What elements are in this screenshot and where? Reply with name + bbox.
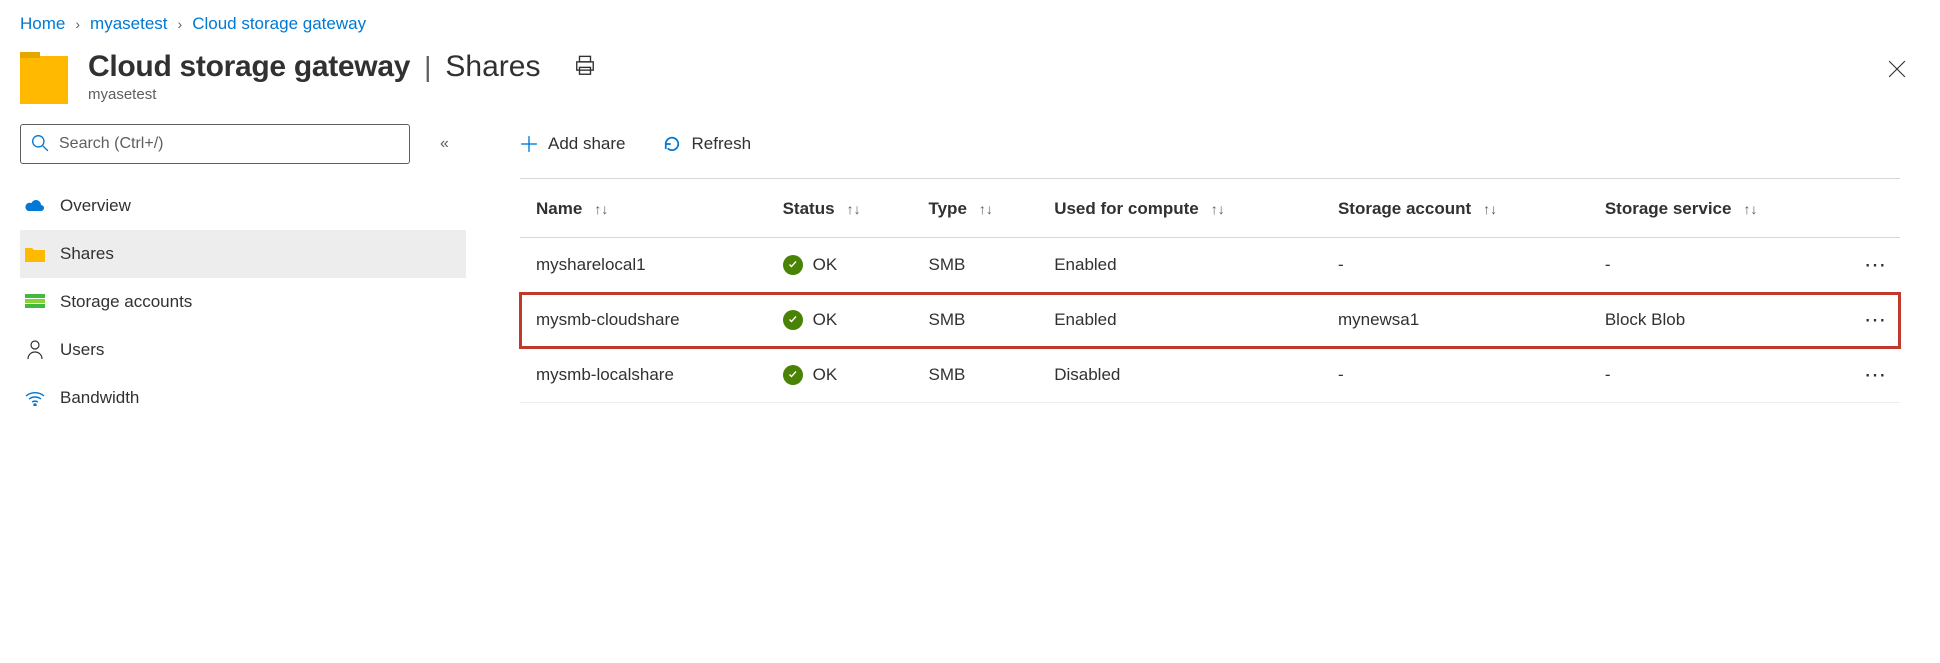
page-header: Cloud storage gateway | Shares myasetest (0, 44, 1940, 124)
sidebar-item-shares[interactable]: Shares (20, 230, 466, 278)
row-menu-button[interactable]: ⋯ (1852, 348, 1900, 403)
search-field[interactable] (59, 135, 399, 153)
refresh-button[interactable]: Refresh (662, 134, 752, 154)
page-section: Shares (445, 50, 540, 84)
title-divider: | (424, 51, 431, 83)
sort-icon: ↑↓ (594, 201, 608, 217)
cell-service: - (1595, 348, 1852, 403)
user-icon (24, 339, 46, 361)
table-row[interactable]: mysmb-cloudshareOKSMBEnabledmynewsa1Bloc… (520, 293, 1900, 348)
chevron-right-icon: › (75, 16, 80, 32)
search-icon (31, 134, 49, 155)
table-row[interactable]: mysharelocal1OKSMBEnabled--⋯ (520, 238, 1900, 293)
plus-icon (520, 135, 538, 153)
sort-icon: ↑↓ (1483, 201, 1497, 217)
cell-compute: Enabled (1044, 238, 1328, 293)
cell-compute: Disabled (1044, 348, 1328, 403)
cell-status: OK (773, 293, 919, 348)
row-menu-button[interactable]: ⋯ (1852, 293, 1900, 348)
folder-icon (20, 56, 68, 104)
add-share-label: Add share (548, 134, 626, 154)
cell-type: SMB (918, 293, 1044, 348)
sidebar-item-label: Shares (60, 244, 114, 264)
cell-type: SMB (918, 238, 1044, 293)
page-title: Cloud storage gateway (88, 50, 410, 84)
cell-service: Block Blob (1595, 293, 1852, 348)
cell-account: - (1328, 238, 1595, 293)
ok-icon (783, 255, 803, 275)
col-type[interactable]: Type↑↓ (918, 179, 1044, 238)
chevron-right-icon: › (178, 16, 183, 32)
main-content: Add share Refresh Name↑↓ Status↑↓ Type↑↓… (480, 124, 1940, 632)
add-share-button[interactable]: Add share (520, 134, 626, 154)
col-status[interactable]: Status↑↓ (773, 179, 919, 238)
collapse-sidebar-icon[interactable]: « (440, 135, 443, 153)
col-service[interactable]: Storage service↑↓ (1595, 179, 1852, 238)
cell-name[interactable]: mysharelocal1 (520, 238, 773, 293)
wifi-icon (24, 387, 46, 409)
cloud-icon (24, 195, 46, 217)
cell-account: mynewsa1 (1328, 293, 1595, 348)
cell-name[interactable]: mysmb-cloudshare (520, 293, 773, 348)
storage-icon (24, 291, 46, 313)
cell-status: OK (773, 348, 919, 403)
sidebar-item-label: Users (60, 340, 104, 360)
sidebar-item-label: Overview (60, 196, 131, 216)
cell-compute: Enabled (1044, 293, 1328, 348)
close-button[interactable] (1874, 50, 1920, 92)
ok-icon (783, 365, 803, 385)
print-icon[interactable] (574, 55, 596, 80)
cell-name[interactable]: mysmb-localshare (520, 348, 773, 403)
sort-icon: ↑↓ (847, 201, 861, 217)
row-menu-button[interactable]: ⋯ (1852, 238, 1900, 293)
sidebar-item-storage-accounts[interactable]: Storage accounts (20, 278, 466, 326)
cell-service: - (1595, 238, 1852, 293)
cell-account: - (1328, 348, 1595, 403)
sidebar-item-label: Storage accounts (60, 292, 192, 312)
col-name[interactable]: Name↑↓ (520, 179, 773, 238)
breadcrumb: Home › myasetest › Cloud storage gateway (0, 0, 1940, 44)
table-row[interactable]: mysmb-localshareOKSMBDisabled--⋯ (520, 348, 1900, 403)
col-account[interactable]: Storage account↑↓ (1328, 179, 1595, 238)
breadcrumb-service[interactable]: Cloud storage gateway (192, 14, 366, 34)
shares-table: Name↑↓ Status↑↓ Type↑↓ Used for compute↑… (520, 179, 1900, 403)
sort-icon: ↑↓ (1211, 201, 1225, 217)
breadcrumb-resource[interactable]: myasetest (90, 14, 167, 34)
refresh-label: Refresh (692, 134, 752, 154)
cell-status: OK (773, 238, 919, 293)
sidebar-item-users[interactable]: Users (20, 326, 466, 374)
sort-icon: ↑↓ (1743, 201, 1757, 217)
cell-type: SMB (918, 348, 1044, 403)
breadcrumb-home[interactable]: Home (20, 14, 65, 34)
sidebar: « Overview Shares Storage accounts (0, 124, 480, 632)
ok-icon (783, 310, 803, 330)
sort-icon: ↑↓ (979, 201, 993, 217)
sidebar-item-overview[interactable]: Overview (20, 182, 466, 230)
folder-icon (24, 243, 46, 265)
sidebar-item-bandwidth[interactable]: Bandwidth (20, 374, 466, 422)
page-subtitle: myasetest (88, 86, 1874, 103)
search-input[interactable] (20, 124, 410, 164)
col-compute[interactable]: Used for compute↑↓ (1044, 179, 1328, 238)
sidebar-item-label: Bandwidth (60, 388, 139, 408)
refresh-icon (662, 134, 682, 154)
